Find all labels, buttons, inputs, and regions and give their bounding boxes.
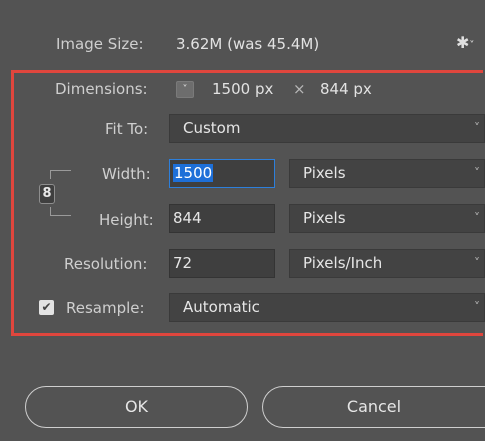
resolution-unit-select[interactable]: Pixels/Inch ˅ — [289, 249, 485, 278]
width-unit-select[interactable]: Pixels ˅ — [289, 159, 485, 188]
chevron-down-icon: ˅ — [474, 256, 480, 270]
dimensions-label: Dimensions: — [55, 80, 148, 98]
fit-to-value: Custom — [183, 119, 241, 137]
resample-select[interactable]: Automatic ˅ — [169, 293, 485, 322]
resolution-label: Resolution: — [64, 255, 148, 273]
height-value: 844 — [173, 209, 202, 227]
link-bracket-top — [50, 170, 71, 179]
width-value: 1500 — [173, 164, 214, 182]
chain-glyph: 8 — [42, 186, 52, 201]
chevron-down-icon: ˅ — [474, 300, 480, 314]
resample-label: Resample: — [66, 299, 145, 317]
resample-checkbox[interactable]: ✔ — [39, 300, 54, 315]
fit-to-label: Fit To: — [105, 120, 149, 138]
gear-chevron: ˅ — [469, 40, 475, 51]
dimensions-width: 1500 px — [212, 80, 274, 98]
cancel-label: Cancel — [346, 397, 402, 416]
gear-icon[interactable]: ✱˅ — [456, 33, 474, 52]
width-label: Width: — [102, 165, 151, 183]
link-constrain-icon[interactable]: 8 — [39, 184, 55, 204]
height-label: Height: — [99, 211, 154, 229]
resolution-input[interactable]: 72 — [169, 249, 275, 278]
width-unit-value: Pixels — [303, 164, 346, 182]
resample-value: Automatic — [183, 298, 260, 316]
image-size-label: Image Size: — [56, 35, 144, 53]
dimensions-dropdown[interactable]: ˅ — [176, 81, 194, 98]
fit-to-select[interactable]: Custom ˅ — [169, 114, 485, 143]
width-input[interactable]: 1500 — [169, 159, 275, 188]
height-unit-value: Pixels — [303, 209, 346, 227]
dimensions-height: 844 px — [320, 80, 372, 98]
height-unit-select[interactable]: Pixels ˅ — [289, 204, 485, 233]
gear-glyph: ✱ — [456, 33, 470, 52]
ok-button[interactable]: OK — [25, 386, 248, 428]
chevron-down-icon: ˅ — [474, 166, 480, 180]
link-bracket-bottom — [50, 207, 71, 216]
image-size-value: 3.62M (was 45.4M) — [176, 35, 320, 53]
height-input[interactable]: 844 — [169, 204, 275, 233]
chevron-down-icon: ˅ — [182, 84, 188, 95]
check-icon: ✔ — [41, 300, 52, 314]
cancel-button[interactable]: Cancel — [262, 386, 485, 428]
ok-label: OK — [124, 397, 149, 416]
chevron-down-icon: ˅ — [474, 121, 480, 135]
chevron-down-icon: ˅ — [474, 211, 480, 225]
dimensions-times: × — [293, 80, 306, 98]
resolution-value: 72 — [173, 254, 193, 272]
resolution-unit-value: Pixels/Inch — [303, 254, 383, 272]
